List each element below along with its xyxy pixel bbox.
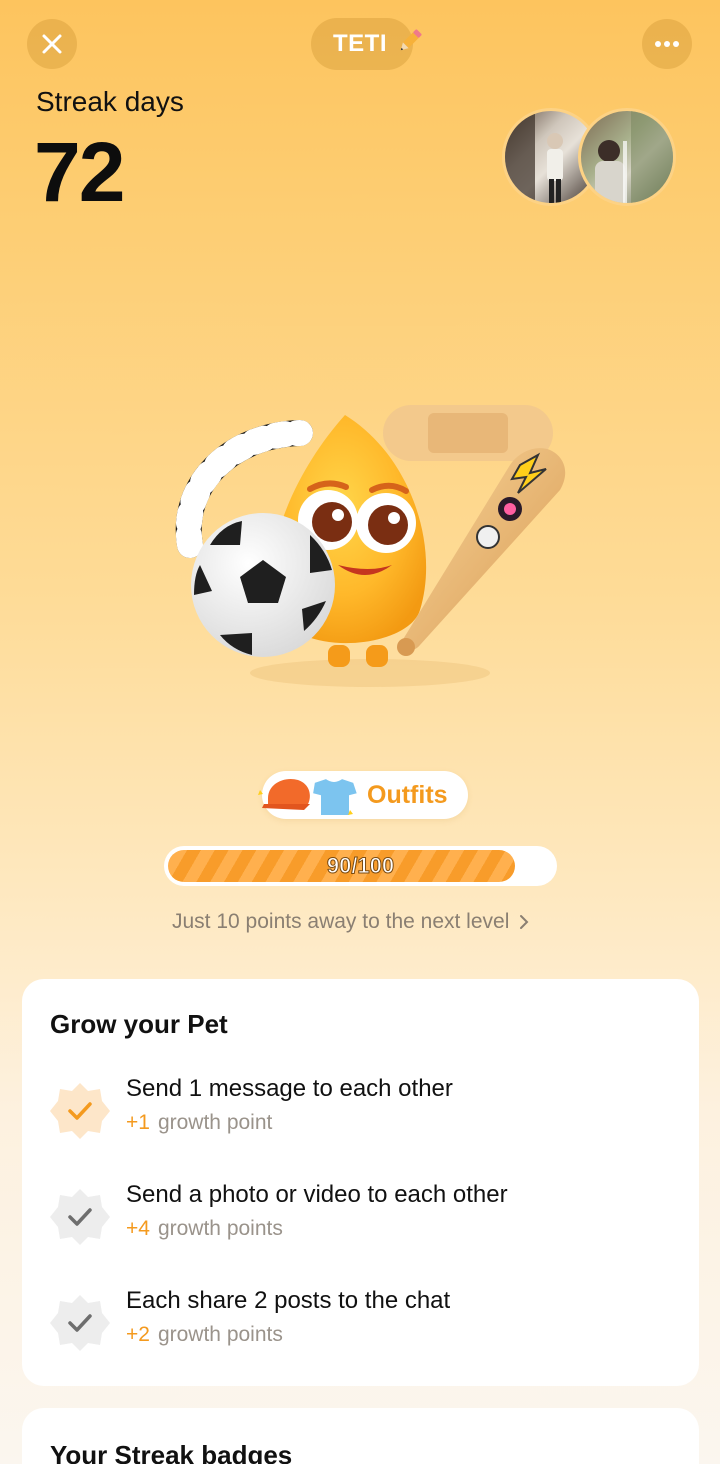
chevron-right-icon [520,915,529,929]
task-points: +1 growth point [126,1111,273,1134]
growth-progress-text: 90/100 [326,853,395,879]
more-button[interactable] [642,19,692,69]
streak-badges-title: Your Streak badges [50,1440,293,1464]
pet-name: TETI [333,30,387,57]
close-button[interactable] [27,19,77,69]
outfits-label: Outfits [367,781,448,809]
check-badge-icon [50,1189,110,1245]
task-title: Send 1 message to each other [126,1075,453,1102]
task-title: Send a photo or video to each other [126,1181,508,1208]
task-item[interactable]: Send a photo or video to each other +4 gr… [50,1181,670,1251]
task-item[interactable]: Send 1 message to each other +1 growth po… [50,1075,670,1145]
more-icon [655,41,679,47]
streak-label: Streak days [36,86,184,117]
task-points: +2 growth points [126,1323,283,1346]
next-level-text: Just 10 points away to the next level [172,910,510,933]
pencil-icon[interactable] [395,26,425,56]
close-icon [42,34,62,54]
task-points: +4 growth points [126,1217,283,1240]
task-item[interactable]: Each share 2 posts to the chat +2 growth … [50,1287,670,1357]
avatar[interactable] [578,108,676,206]
task-title: Each share 2 posts to the chat [126,1287,451,1314]
next-level-link[interactable]: Just 10 points away to the next level [172,910,529,934]
outfits-icon [258,776,360,817]
streak-count: 72 [34,125,125,219]
pet-illustration[interactable] [170,395,590,695]
check-badge-icon [50,1083,110,1139]
check-badge-icon [50,1295,110,1351]
grow-pet-title: Grow your Pet [50,1009,228,1039]
